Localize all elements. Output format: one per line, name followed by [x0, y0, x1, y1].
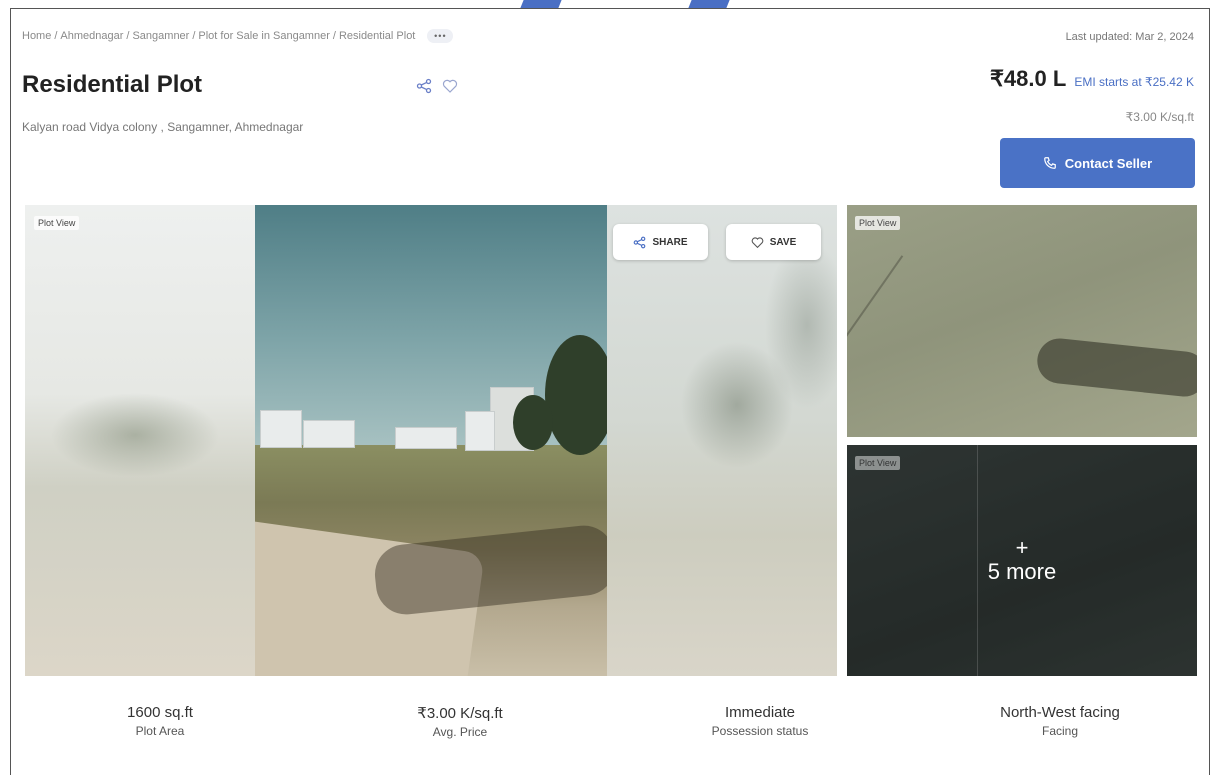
main-photo[interactable]: Plot View SHARE SAVE	[25, 205, 837, 676]
thumbnail-more-photos[interactable]: Plot View + 5 more	[847, 445, 1197, 676]
photo-blur-right	[607, 205, 837, 676]
plus-icon: +	[1015, 534, 1029, 560]
share-photo-button[interactable]: SHARE	[613, 224, 708, 260]
stat-label: Plot Area	[135, 724, 185, 738]
save-photo-button[interactable]: SAVE	[726, 224, 821, 260]
photo-gallery: Plot View SHARE SAVE Plot View Plot View…	[25, 205, 1197, 676]
emi-link[interactable]: EMI starts at ₹25.42 K	[1074, 75, 1194, 89]
breadcrumb-current: Residential Plot	[338, 30, 416, 42]
stat-label: Facing	[1041, 724, 1079, 738]
breadcrumb: Home / Ahmednagar / Sangamner / Plot for…	[22, 29, 454, 43]
contact-seller-button[interactable]: Contact Seller	[1000, 138, 1195, 188]
listing-price: ₹48.0 L	[989, 66, 1067, 91]
breadcrumb-locality[interactable]: Sangamner	[132, 30, 189, 42]
contact-seller-label: Contact Seller	[1064, 155, 1153, 171]
share-icon	[634, 236, 646, 248]
photo-tag: Plot View	[34, 216, 80, 230]
photo-tag: Plot View	[855, 216, 901, 230]
breadcrumb-more-button[interactable]: •••	[427, 29, 454, 43]
stat-plot-area: 1600 sq.ft Plot Area	[10, 704, 310, 739]
breadcrumb-separator: /	[54, 30, 58, 42]
breadcrumb-separator: /	[192, 30, 196, 42]
phone-icon	[1043, 157, 1056, 169]
stat-possession: Immediate Possession status	[610, 704, 910, 739]
last-updated: Last updated: Mar 2, 2024	[1065, 31, 1194, 43]
more-photos-overlay[interactable]: + 5 more	[847, 445, 1197, 676]
stat-avg-price: ₹3.00 K/sq.ft Avg. Price	[310, 704, 610, 739]
heart-icon	[751, 236, 764, 248]
page-title: Residential Plot	[22, 71, 203, 98]
breadcrumb-category[interactable]: Plot for Sale in Sangamner	[198, 30, 329, 42]
more-photos-label: 5 more	[987, 558, 1057, 584]
stat-label: Possession status	[711, 724, 809, 738]
key-stats: 1600 sq.ft Plot Area ₹3.00 K/sq.ft Avg. …	[10, 704, 1210, 739]
photo-blur-left	[25, 205, 255, 676]
title-actions	[416, 78, 458, 94]
top-accent	[0, 0, 1216, 8]
stat-label: Avg. Price	[432, 725, 488, 739]
price-per-sqft: ₹3.00 K/sq.ft	[1125, 110, 1194, 124]
stat-facing: North-West facing Facing	[910, 704, 1210, 739]
save-label: SAVE	[769, 236, 797, 248]
breadcrumb-separator: /	[332, 30, 336, 42]
stat-value: North-West facing	[1000, 704, 1120, 721]
stat-value: 1600 sq.ft	[127, 704, 193, 721]
heart-icon[interactable]	[442, 78, 458, 94]
share-label: SHARE	[652, 236, 688, 248]
stat-value: Immediate	[724, 704, 796, 721]
share-icon[interactable]	[416, 78, 432, 94]
plot-photo	[255, 205, 607, 676]
breadcrumb-home[interactable]: Home	[22, 30, 51, 42]
stat-value: ₹3.00 K/sq.ft	[417, 705, 503, 722]
thumbnail-photo[interactable]: Plot View	[847, 205, 1197, 437]
price-line: ₹48.0 L EMI starts at ₹25.42 K	[990, 66, 1194, 92]
listing-address: Kalyan road Vidya colony , Sangamner, Ah…	[22, 120, 304, 134]
breadcrumb-city[interactable]: Ahmednagar	[60, 30, 123, 42]
breadcrumb-separator: /	[126, 30, 130, 42]
more-dots-icon: •••	[434, 31, 447, 41]
